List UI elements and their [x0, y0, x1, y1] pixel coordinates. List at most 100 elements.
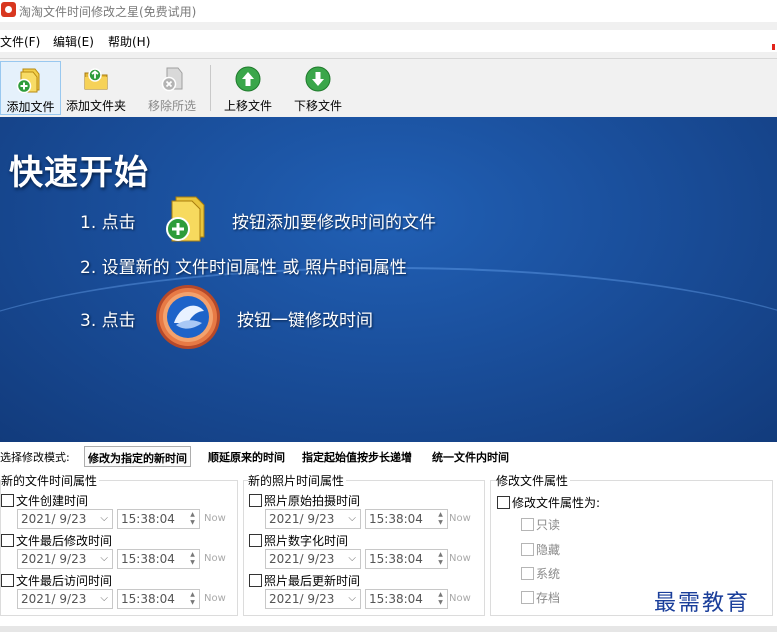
file-accessed-time[interactable]: 15:38:04 ▲ ▼	[117, 589, 200, 609]
chevron-down-icon[interactable]: ⌵	[348, 593, 356, 604]
menu-help[interactable]: 帮助(H)	[108, 33, 150, 50]
checkbox-box[interactable]	[249, 494, 262, 507]
attr-archive-label: 存档	[536, 591, 561, 605]
step1-prefix: 1. 点击	[80, 213, 136, 233]
spinner-icon[interactable]: ▲ ▼	[187, 551, 198, 567]
file-modified-date[interactable]: 2021/ 9/23 ⌵	[17, 549, 113, 569]
mode-bar: 选择修改模式: 修改为指定的新时间 顺延原来的时间 指定起始值按步长递增 统一文…	[0, 442, 777, 470]
title-bar: 淘淘文件时间修改之星(免费试用)	[0, 0, 777, 22]
spinner-icon[interactable]: ▲ ▼	[435, 551, 446, 567]
date-value: 2021/ 9/23	[21, 592, 87, 606]
move-up-button[interactable]: 上移文件	[216, 61, 280, 115]
status-strip	[0, 626, 777, 632]
menu-file[interactable]: 文件(F)	[0, 33, 40, 50]
add-file-big-icon	[166, 196, 205, 242]
file-created-checkbox[interactable]: 文件创建时间	[1, 492, 88, 509]
spinner-icon[interactable]: ▲ ▼	[435, 591, 446, 607]
modify-attr-label: 修改文件属性为:	[512, 496, 601, 510]
chevron-down-icon[interactable]: ⌵	[100, 513, 108, 524]
menu-edit[interactable]: 编辑(E)	[53, 33, 94, 50]
checkbox-box[interactable]	[249, 574, 262, 587]
photo-taken-now-button[interactable]: Now	[449, 513, 471, 524]
file-modified-now-button[interactable]: Now	[204, 553, 226, 564]
file-accessed-date[interactable]: 2021/ 9/23 ⌵	[17, 589, 113, 609]
checkbox-box[interactable]	[521, 518, 534, 531]
mode-tab-postpone[interactable]: 顺延原来的时间	[205, 446, 288, 467]
add-file-icon	[16, 68, 40, 94]
spinner-icon[interactable]: ▲ ▼	[187, 511, 198, 527]
photo-digitized-date[interactable]: 2021/ 9/23 ⌵	[265, 549, 361, 569]
photo-taken-date[interactable]: 2021/ 9/23 ⌵	[265, 509, 361, 529]
photo-updated-time[interactable]: 15:38:04 ▲ ▼	[365, 589, 448, 609]
photo-taken-checkbox[interactable]: 照片原始拍摄时间	[249, 492, 360, 509]
attr-readonly-checkbox[interactable]: 只读	[521, 516, 560, 533]
checkbox-box[interactable]	[521, 591, 534, 604]
checkbox-box[interactable]	[521, 567, 534, 580]
add-folder-button[interactable]: 添加文件夹	[63, 61, 129, 115]
attr-archive-checkbox[interactable]: 存档	[521, 589, 560, 606]
mode-label: 选择修改模式:	[0, 451, 70, 464]
date-value: 2021/ 9/23	[269, 552, 335, 566]
photo-digitized-now-button[interactable]: Now	[449, 553, 471, 564]
file-modified-checkbox[interactable]: 文件最后修改时间	[1, 532, 112, 549]
photo-updated-checkbox[interactable]: 照片最后更新时间	[249, 572, 360, 589]
mode-tab-specified-time[interactable]: 修改为指定的新时间	[84, 446, 191, 467]
step3-suffix: 按钮一键修改时间	[237, 311, 373, 331]
time-value: 15:38:04	[369, 592, 423, 606]
menu-bar: 文件(F) 编辑(E) 帮助(H)	[0, 30, 777, 52]
add-file-label: 添加文件	[6, 100, 55, 114]
photo-digitized-time[interactable]: 15:38:04 ▲ ▼	[365, 549, 448, 569]
spinner-icon[interactable]: ▲ ▼	[187, 591, 198, 607]
date-value: 2021/ 9/23	[21, 512, 87, 526]
file-created-now-button[interactable]: Now	[204, 513, 226, 524]
photo-updated-date[interactable]: 2021/ 9/23 ⌵	[265, 589, 361, 609]
add-folder-icon	[84, 68, 108, 90]
modify-attr-checkbox[interactable]: 修改文件属性为:	[497, 494, 600, 511]
chevron-down-icon[interactable]: ⌵	[100, 553, 108, 564]
step1-suffix: 按钮添加要修改时间的文件	[232, 213, 436, 233]
toolbar: 添加文件 添加文件夹 移除所选 上移文件 下移文件	[0, 58, 777, 116]
checkbox-box[interactable]	[1, 574, 14, 587]
arrow-down-icon	[305, 66, 331, 92]
app-icon	[1, 2, 16, 17]
step3-prefix: 3. 点击	[80, 311, 136, 331]
add-file-button[interactable]: 添加文件	[0, 61, 61, 115]
checkbox-box[interactable]	[521, 543, 534, 556]
file-accessed-checkbox[interactable]: 文件最后访问时间	[1, 572, 112, 589]
chevron-down-icon[interactable]: ⌵	[100, 593, 108, 604]
step2-text: 2. 设置新的 文件时间属性 或 照片时间属性	[80, 258, 407, 278]
file-accessed-label: 文件最后访问时间	[16, 574, 113, 588]
date-value: 2021/ 9/23	[269, 592, 335, 606]
chevron-down-icon[interactable]: ⌵	[348, 513, 356, 524]
time-value: 15:38:04	[121, 552, 175, 566]
remove-selected-label: 移除所选	[147, 99, 196, 113]
attr-hidden-label: 隐藏	[536, 543, 561, 557]
file-accessed-now-button[interactable]: Now	[204, 593, 226, 604]
arrow-up-icon	[235, 66, 261, 92]
file-modified-time[interactable]: 15:38:04 ▲ ▼	[117, 549, 200, 569]
checkbox-box[interactable]	[497, 496, 510, 509]
photo-taken-time[interactable]: 15:38:04 ▲ ▼	[365, 509, 448, 529]
move-down-button[interactable]: 下移文件	[286, 61, 350, 115]
file-created-date[interactable]: 2021/ 9/23 ⌵	[17, 509, 113, 529]
time-value: 15:38:04	[121, 512, 175, 526]
photo-updated-now-button[interactable]: Now	[449, 593, 471, 604]
photo-digitized-checkbox[interactable]: 照片数字化时间	[249, 532, 348, 549]
file-time-title: 新的文件时间属性	[1, 472, 100, 489]
banner-glow	[0, 267, 777, 442]
photo-taken-label: 照片原始拍摄时间	[264, 494, 361, 508]
spinner-icon[interactable]: ▲ ▼	[435, 511, 446, 527]
time-value: 15:38:04	[369, 512, 423, 526]
attr-readonly-label: 只读	[536, 518, 561, 532]
checkbox-box[interactable]	[1, 534, 14, 547]
remove-selected-button[interactable]: 移除所选	[139, 61, 205, 115]
checkbox-box[interactable]	[1, 494, 14, 507]
attr-hidden-checkbox[interactable]: 隐藏	[521, 541, 560, 558]
mode-tab-unify[interactable]: 统一文件内时间	[429, 446, 512, 467]
checkbox-box[interactable]	[249, 534, 262, 547]
attr-system-checkbox[interactable]: 系统	[521, 565, 560, 582]
file-created-time[interactable]: 15:38:04 ▲ ▼	[117, 509, 200, 529]
chevron-down-icon[interactable]: ⌵	[348, 553, 356, 564]
date-value: 2021/ 9/23	[21, 552, 87, 566]
mode-tab-step-increment[interactable]: 指定起始值按步长递增	[299, 446, 415, 467]
